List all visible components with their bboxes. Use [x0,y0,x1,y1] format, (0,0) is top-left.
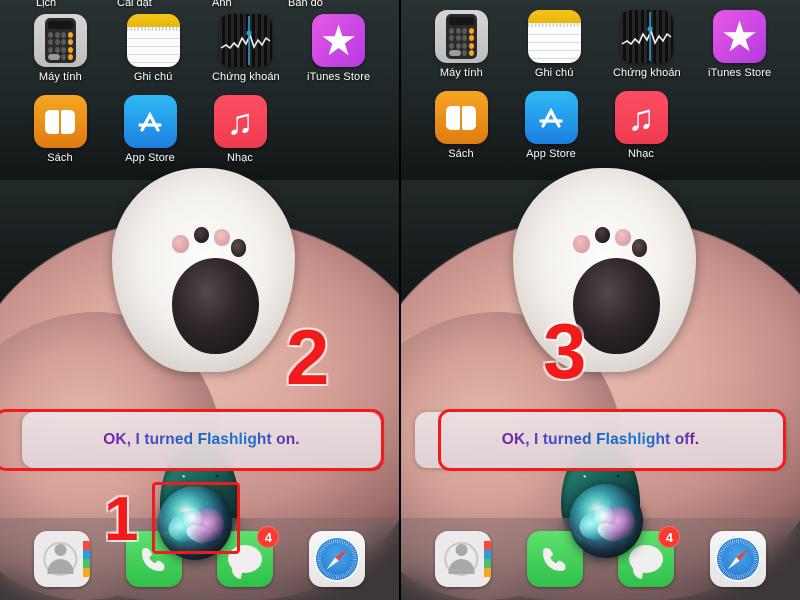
app-label: Ghi chú [133,71,173,83]
calculator-icon [33,14,87,67]
notes-icon [126,14,180,67]
phone-screenshot-right: Máy tính Ghi chú Chứng khoán ★ iTunes St… [401,0,800,600]
cut-label-maps: Bản đồ [288,0,323,9]
cut-label-settings: Cài đặt [117,0,152,9]
app-app-store[interactable]: App Store [112,95,188,164]
app-label: Ghi chú [534,67,574,79]
calculator-icon [434,10,488,63]
contacts-icon[interactable] [33,531,90,587]
app-books[interactable]: Sách [423,91,499,160]
paw-main-pad [171,258,260,354]
paw-toe-pad [573,235,590,253]
itunes-store-icon: ★ [312,14,366,67]
app-label: Máy tính [38,71,82,83]
app-music[interactable]: ♫ Nhạc [603,91,679,160]
paw-toe-pad [172,235,189,253]
app-row-1: Máy tính Ghi chú Chứng khoán ★ iTunes St… [401,10,800,79]
app-grid-right: Máy tính Ghi chú Chứng khoán ★ iTunes St… [401,10,800,160]
paw-toe-pad [632,239,647,257]
annotation-number-1: 1 [104,485,139,554]
app-label: App Store [125,152,175,164]
app-label: App Store [526,148,576,160]
annotation-number-2: 2 [286,313,330,401]
messages-badge: 4 [257,526,280,548]
app-calculator[interactable]: Máy tính [423,10,499,79]
books-icon [33,95,87,148]
app-label: Chứng khoán [612,67,681,79]
safari-icon[interactable] [309,531,366,587]
app-stocks[interactable]: Chứng khoán [609,10,685,79]
app-label: iTunes Store [307,71,371,83]
paw-toe-pad [595,227,610,244]
cut-label-calendar: Lịch [36,0,57,9]
app-notes[interactable]: Ghi chú [516,10,592,79]
stocks-chart-line [220,16,271,65]
app-row-2: Sách App Store ♫ Nhạc [401,91,800,160]
siri-response-banner[interactable]: OK, I turned Flashlight on. [22,412,381,468]
paw-toe-pad [231,239,246,257]
siri-response-text: OK, I turned Flashlight off. [501,431,700,448]
itunes-store-icon: ★ [713,10,767,63]
contacts-icon[interactable] [434,531,491,587]
paw-toe-pad [214,229,231,246]
app-notes[interactable]: Ghi chú [115,14,191,83]
books-icon [434,91,488,144]
app-label: Sách [47,152,73,164]
music-icon: ♫ [213,95,267,148]
app-label: Nhạc [627,148,655,160]
app-label: Chứng khoán [211,71,280,83]
app-music[interactable]: ♫ Nhạc [202,95,278,164]
app-books[interactable]: Sách [22,95,98,164]
paw-toe-pad [615,229,632,246]
app-label: Sách [448,148,474,160]
app-stocks[interactable]: Chứng khoán [208,14,284,83]
siri-response-banner[interactable]: OK, I turned Flashlight off. [415,412,786,468]
music-icon: ♫ [614,91,668,144]
stocks-icon [219,14,273,67]
app-row-1: Máy tính Ghi chú Chứng khoán ★ iTunes St… [0,14,399,83]
app-itunes-store[interactable]: ★ iTunes Store [301,14,377,83]
safari-icon[interactable] [710,531,767,587]
app-label: Nhạc [226,152,254,164]
app-label: Máy tính [439,67,483,79]
siri-orb[interactable] [569,484,643,558]
siri-response-text: OK, I turned Flashlight on. [103,431,300,448]
stocks-chart-line [621,12,672,61]
messages-badge: 4 [658,526,681,548]
app-store-icon [123,95,177,148]
app-calculator[interactable]: Máy tính [22,14,98,83]
app-store-icon [524,91,578,144]
app-grid-left: Máy tính Ghi chú Chứng khoán ★ iTunes St… [0,14,399,164]
annotation-number-3: 3 [543,307,587,395]
app-app-store[interactable]: App Store [513,91,589,160]
app-itunes-store[interactable]: ★ iTunes Store [702,10,778,79]
siri-orb[interactable] [158,486,232,560]
notes-icon [527,10,581,63]
cut-label-photos: Ảnh [212,0,232,9]
phone-screenshot-left: Lịch Cài đặt Ảnh Bản đồ Máy tính Ghi chú… [0,0,399,600]
cut-off-app-row-left: Lịch Cài đặt Ảnh Bản đồ [0,0,399,14]
app-row-2: Sách App Store ♫ Nhạc [0,95,399,164]
screenshot-root: Lịch Cài đặt Ảnh Bản đồ Máy tính Ghi chú… [0,0,800,600]
app-label: iTunes Store [708,67,772,79]
paw-toe-pad [194,227,209,244]
stocks-icon [620,10,674,63]
